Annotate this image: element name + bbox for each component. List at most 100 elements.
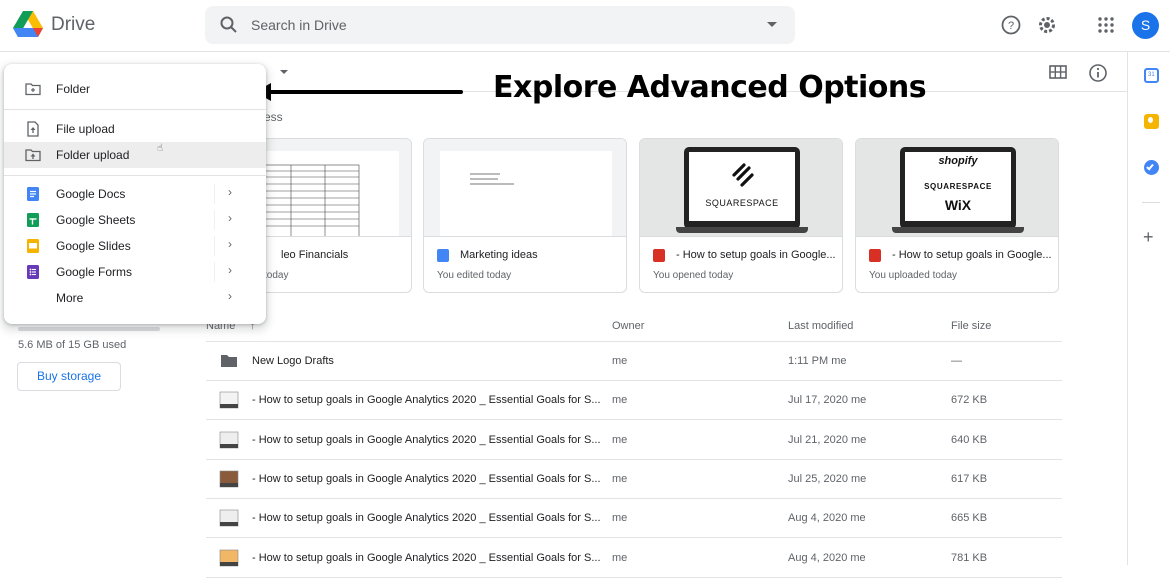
- menu-item-google-docs[interactable]: Google Docs ›: [4, 181, 266, 207]
- menu-item-folder[interactable]: Folder: [4, 76, 266, 102]
- file-size: 665 KB: [951, 512, 987, 524]
- laptop-base: [676, 227, 808, 233]
- card-title: Marketing ideas: [460, 249, 538, 261]
- column-last-modified[interactable]: Last modified: [788, 320, 853, 332]
- column-file-size[interactable]: File size: [951, 320, 991, 332]
- laptop-base: [892, 227, 1024, 233]
- my-drive-dropdown-icon[interactable]: [280, 70, 288, 74]
- side-panel-divider: [1142, 202, 1160, 203]
- svg-text:?: ?: [1008, 20, 1014, 32]
- file-name[interactable]: - How to setup goals in Google Analytics…: [252, 512, 601, 524]
- annotation-label: Explore Advanced Options: [493, 70, 926, 105]
- menu-item-label: Folder upload: [56, 148, 129, 162]
- side-panel: 31 +: [1127, 52, 1170, 565]
- menu-item-label: More: [56, 291, 83, 305]
- chevron-right-icon[interactable]: ›: [228, 263, 232, 277]
- tasks-icon[interactable]: [1144, 160, 1159, 175]
- doc-preview: [440, 151, 612, 237]
- menu-divider: [4, 109, 266, 110]
- file-name[interactable]: - How to setup goals in Google Analytics…: [252, 434, 601, 446]
- menu-item-google-forms[interactable]: Google Forms ›: [4, 259, 266, 285]
- thumb-text: SQUARESPACE: [905, 182, 1011, 191]
- search-input[interactable]: [251, 6, 751, 44]
- file-table-header: Name ↑ Owner Last modified File size: [206, 314, 1062, 342]
- file-row[interactable]: - How to setup goals in Google Analytics…: [206, 381, 1062, 420]
- docs-icon: [25, 186, 41, 202]
- apps-grid-icon[interactable]: [1095, 14, 1117, 36]
- annotation-arrow-icon: [255, 82, 465, 102]
- menu-item-more[interactable]: More ›: [4, 285, 266, 311]
- menu-item-divider: [214, 236, 215, 256]
- storage-usage-text: 5.6 MB of 15 GB used: [18, 339, 126, 351]
- new-item-menu: Folder File upload Folder upload Google …: [4, 64, 266, 324]
- buy-storage-button[interactable]: Buy storage: [17, 362, 121, 391]
- image-file-icon: [869, 249, 881, 262]
- top-header: Drive ? S: [0, 0, 1170, 52]
- menu-item-google-slides[interactable]: Google Slides ›: [4, 233, 266, 259]
- menu-item-divider: [214, 210, 215, 230]
- chevron-right-icon[interactable]: ›: [228, 211, 232, 225]
- image-file-icon: [653, 249, 665, 262]
- calendar-icon[interactable]: 31: [1144, 68, 1159, 83]
- info-icon[interactable]: [1088, 63, 1108, 83]
- menu-item-label: Google Docs: [56, 187, 125, 201]
- card-thumbnail: SQUARESPACE: [640, 139, 842, 237]
- menu-item-file-upload[interactable]: File upload: [4, 116, 266, 142]
- chevron-right-icon[interactable]: ›: [228, 237, 232, 251]
- forms-icon: [25, 264, 41, 280]
- sheets-icon: [25, 212, 41, 228]
- file-owner: me: [612, 552, 627, 564]
- quick-access-card[interactable]: Marketing ideas You edited today: [423, 138, 627, 293]
- file-name[interactable]: - How to setup goals in Google Analytics…: [252, 473, 601, 485]
- file-last-modified: Jul 21, 2020 me: [788, 434, 866, 446]
- card-title: - How to setup goals in Google...: [892, 249, 1052, 261]
- account-avatar[interactable]: S: [1132, 12, 1159, 39]
- card-subtitle: You edited today: [437, 270, 511, 281]
- chevron-right-icon[interactable]: ›: [228, 185, 232, 199]
- menu-item-label: File upload: [56, 122, 115, 136]
- help-icon[interactable]: ?: [1000, 14, 1022, 36]
- column-owner[interactable]: Owner: [612, 320, 644, 332]
- storage-usage-bar: [18, 327, 160, 331]
- chevron-right-icon[interactable]: ›: [228, 289, 232, 303]
- card-thumbnail: shopify SQUARESPACE WiX: [856, 139, 1058, 237]
- grid-view-icon[interactable]: [1049, 65, 1067, 79]
- file-last-modified: Aug 4, 2020 me: [788, 512, 866, 524]
- file-name[interactable]: - How to setup goals in Google Analytics…: [252, 394, 601, 406]
- search-options-dropdown-icon[interactable]: [767, 22, 777, 27]
- file-name[interactable]: - How to setup goals in Google Analytics…: [252, 552, 601, 564]
- search-icon[interactable]: [219, 15, 239, 35]
- quick-access-card[interactable]: shopify SQUARESPACE WiX - How to setup g…: [855, 138, 1059, 293]
- laptop-image: shopify SQUARESPACE WiX: [900, 147, 1016, 229]
- file-row[interactable]: - How to setup goals in Google Analytics…: [206, 460, 1062, 499]
- file-name[interactable]: New Logo Drafts: [252, 355, 334, 367]
- quick-access-card[interactable]: SQUARESPACE - How to setup goals in Goog…: [639, 138, 843, 293]
- card-title: - How to setup goals in Google...: [676, 249, 836, 261]
- menu-item-folder-upload[interactable]: Folder upload: [4, 142, 266, 168]
- search-bar[interactable]: [205, 6, 795, 44]
- file-owner: me: [612, 473, 627, 485]
- thumb-text: WiX: [905, 197, 1011, 213]
- new-folder-icon: [25, 81, 41, 97]
- add-addon-icon[interactable]: +: [1143, 228, 1154, 246]
- card-thumbnail: [424, 139, 626, 237]
- settings-icon[interactable]: [1036, 14, 1058, 36]
- menu-item-label: Google Forms: [56, 265, 132, 279]
- docs-icon: [437, 249, 449, 262]
- file-row[interactable]: - How to setup goals in Google Analytics…: [206, 421, 1062, 460]
- keep-icon[interactable]: [1144, 114, 1159, 129]
- card-subtitle: You opened today: [653, 270, 733, 281]
- image-thumbnail-icon: [219, 391, 239, 409]
- card-subtitle: You uploaded today: [869, 270, 957, 281]
- file-row[interactable]: - How to setup goals in Google Analytics…: [206, 499, 1062, 538]
- file-last-modified: Jul 17, 2020 me: [788, 394, 866, 406]
- laptop-image: SQUARESPACE: [684, 147, 800, 229]
- file-last-modified: Aug 4, 2020 me: [788, 552, 866, 564]
- file-row[interactable]: - How to setup goals in Google Analytics…: [206, 539, 1062, 578]
- drive-logo-icon[interactable]: [13, 11, 43, 37]
- file-row[interactable]: New Logo Draftsme1:11 PM me—: [206, 342, 1062, 381]
- menu-item-google-sheets[interactable]: Google Sheets ›: [4, 207, 266, 233]
- menu-divider: [4, 175, 266, 176]
- app-title[interactable]: Drive: [51, 14, 95, 36]
- folder-upload-icon: [25, 147, 41, 163]
